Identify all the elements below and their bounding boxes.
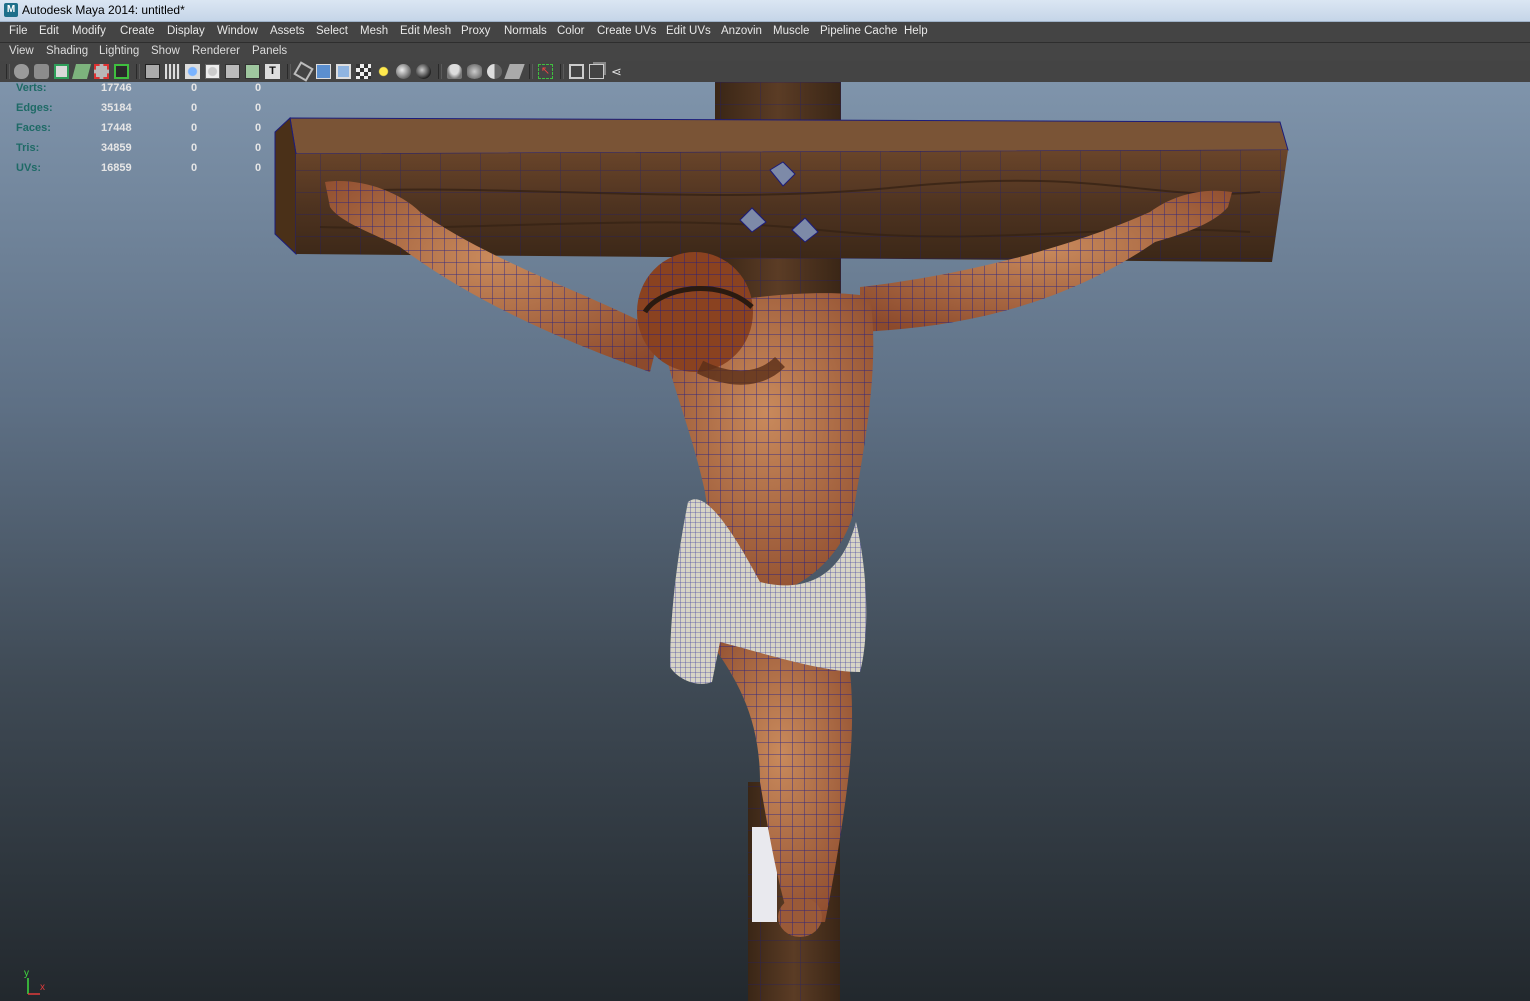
hud-label: UVs: bbox=[16, 162, 42, 174]
main-menubar: File Edit Modify Create Display Window A… bbox=[0, 22, 1530, 43]
image-plane-icon[interactable] bbox=[71, 64, 92, 79]
menu-color[interactable]: Color bbox=[557, 25, 584, 37]
hud-value-selected: 0 bbox=[191, 162, 198, 174]
hud-value-object: 34859 bbox=[101, 142, 132, 154]
hud-value-object: 16859 bbox=[101, 162, 132, 174]
panel-menu-shading[interactable]: Shading bbox=[46, 45, 88, 57]
hud-row-tris: Tris: 34859 0 0 bbox=[16, 142, 276, 162]
two-panel-icon[interactable] bbox=[589, 64, 604, 79]
hud-value-selection: 0 bbox=[255, 102, 262, 114]
menu-file[interactable]: File bbox=[9, 25, 28, 37]
toolbar-separator bbox=[438, 64, 442, 79]
hud-value-selection: 0 bbox=[255, 82, 262, 94]
depth-of-field-icon[interactable] bbox=[504, 64, 525, 79]
menu-muscle[interactable]: Muscle bbox=[773, 25, 809, 37]
toolbar-separator bbox=[136, 64, 140, 79]
title-bar: M Autodesk Maya 2014: untitled* bbox=[0, 0, 1530, 22]
menu-pipeline-cache[interactable]: Pipeline Cache bbox=[820, 25, 897, 37]
checker-icon[interactable] bbox=[356, 64, 371, 79]
panel-menu-panels[interactable]: Panels bbox=[252, 45, 287, 57]
light-icon[interactable] bbox=[376, 64, 391, 79]
film-gate-icon[interactable] bbox=[114, 64, 129, 79]
hud-value-object: 17448 bbox=[101, 122, 132, 134]
toolbar-separator bbox=[529, 64, 533, 79]
axis-y-label: y bbox=[24, 968, 29, 979]
menu-display[interactable]: Display bbox=[167, 25, 205, 37]
hud-cube-icon[interactable] bbox=[569, 64, 584, 79]
panel-menu-show[interactable]: Show bbox=[151, 45, 180, 57]
menu-window[interactable]: Window bbox=[217, 25, 258, 37]
panel-menu-view[interactable]: View bbox=[9, 45, 34, 57]
xray-icon[interactable] bbox=[245, 64, 260, 79]
camera-attributes-icon[interactable] bbox=[34, 64, 49, 79]
ambient-occlusion-icon[interactable] bbox=[447, 64, 462, 79]
hud-row-uvs: UVs: 16859 0 0 bbox=[16, 162, 276, 182]
menu-assets[interactable]: Assets bbox=[270, 25, 305, 37]
axis-x-label: x bbox=[40, 982, 45, 993]
hud-value-selection: 0 bbox=[255, 122, 262, 134]
menu-create-uvs[interactable]: Create UVs bbox=[597, 25, 656, 37]
menu-edit[interactable]: Edit bbox=[39, 25, 59, 37]
toolbar-separator bbox=[560, 64, 564, 79]
panel-menu-renderer[interactable]: Renderer bbox=[192, 45, 240, 57]
hud-row-edges: Edges: 35184 0 0 bbox=[16, 102, 276, 122]
scene-render bbox=[274, 82, 1289, 1001]
hud-value-selection: 0 bbox=[255, 142, 262, 154]
panel-menubar: View Shading Lighting Show Renderer Pane… bbox=[0, 43, 1530, 61]
toolbar-separator bbox=[6, 64, 10, 79]
menu-proxy[interactable]: Proxy bbox=[461, 25, 490, 37]
menu-mesh[interactable]: Mesh bbox=[360, 25, 388, 37]
menu-select[interactable]: Select bbox=[316, 25, 348, 37]
wireframe-cube-icon[interactable] bbox=[293, 61, 314, 82]
panel-menu-lighting[interactable]: Lighting bbox=[99, 45, 139, 57]
hud-value-selected: 0 bbox=[191, 82, 198, 94]
menu-modify[interactable]: Modify bbox=[72, 25, 106, 37]
toolbar-separator bbox=[287, 64, 291, 79]
wireframe-icon[interactable] bbox=[165, 64, 180, 79]
text-icon[interactable]: T bbox=[265, 64, 280, 79]
menu-help[interactable]: Help bbox=[904, 25, 928, 37]
hud-label: Tris: bbox=[16, 142, 40, 154]
hud-value-object: 35184 bbox=[101, 102, 132, 114]
menu-edit-uvs[interactable]: Edit UVs bbox=[666, 25, 711, 37]
bookmarks-icon[interactable] bbox=[54, 64, 69, 79]
wireframe-shaded-icon[interactable] bbox=[336, 64, 351, 79]
window-title: Autodesk Maya 2014: untitled* bbox=[22, 3, 185, 17]
grid-icon[interactable] bbox=[94, 64, 109, 79]
hud-value-selected: 0 bbox=[191, 122, 198, 134]
resolution-gate-icon[interactable] bbox=[145, 64, 160, 79]
hud-label: Verts: bbox=[16, 82, 47, 94]
maya-app-icon: M bbox=[4, 3, 18, 17]
hud-value-object: 17746 bbox=[101, 82, 132, 94]
hud-label: Edges: bbox=[16, 102, 53, 114]
default-lighting-icon[interactable] bbox=[225, 64, 240, 79]
shaded-cube-icon[interactable] bbox=[316, 64, 331, 79]
shadows-icon[interactable] bbox=[416, 64, 431, 79]
share-icon[interactable]: ⋖ bbox=[609, 64, 624, 79]
motion-blur-icon[interactable] bbox=[467, 64, 482, 79]
hud-value-selected: 0 bbox=[191, 102, 198, 114]
perspective-viewport[interactable]: Verts: 17746 0 0 Edges: 35184 0 0 Faces:… bbox=[0, 82, 1530, 1001]
antialias-icon[interactable] bbox=[487, 64, 502, 79]
hud-row-verts: Verts: 17746 0 0 bbox=[16, 82, 276, 102]
panel-toolbar: T ↖ ⋖ bbox=[0, 61, 1530, 83]
camera-select-icon[interactable] bbox=[14, 64, 29, 79]
menu-anzovin[interactable]: Anzovin bbox=[721, 25, 762, 37]
smooth-shade-icon[interactable] bbox=[185, 64, 200, 79]
sphere-light-icon[interactable] bbox=[396, 64, 411, 79]
menu-edit-mesh[interactable]: Edit Mesh bbox=[400, 25, 451, 37]
menu-normals[interactable]: Normals bbox=[504, 25, 547, 37]
hud-value-selection: 0 bbox=[255, 162, 262, 174]
view-axis-gizmo: y x bbox=[18, 968, 58, 998]
hud-row-faces: Faces: 17448 0 0 bbox=[16, 122, 276, 142]
isolate-select-icon[interactable]: ↖ bbox=[538, 64, 553, 79]
hud-value-selected: 0 bbox=[191, 142, 198, 154]
hud-label: Faces: bbox=[16, 122, 51, 134]
menu-create[interactable]: Create bbox=[120, 25, 155, 37]
textured-icon[interactable] bbox=[205, 64, 220, 79]
